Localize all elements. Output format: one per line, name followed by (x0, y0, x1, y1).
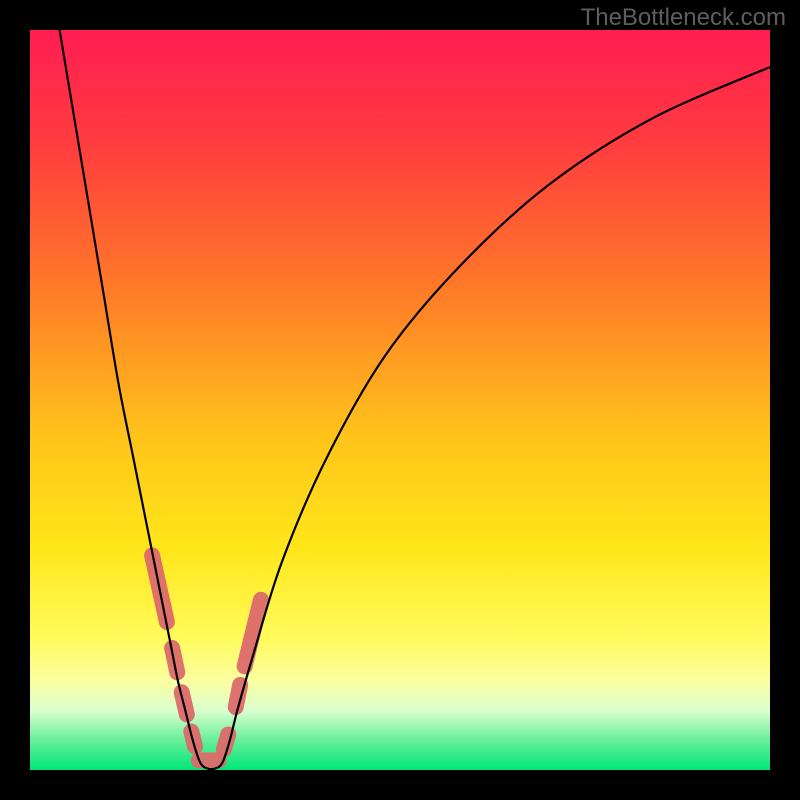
gradient-background (30, 30, 770, 770)
chart-svg (30, 30, 770, 770)
watermark-text: TheBottleneck.com (581, 4, 786, 32)
plot-area (30, 30, 770, 770)
outer-frame: TheBottleneck.com (0, 0, 800, 800)
